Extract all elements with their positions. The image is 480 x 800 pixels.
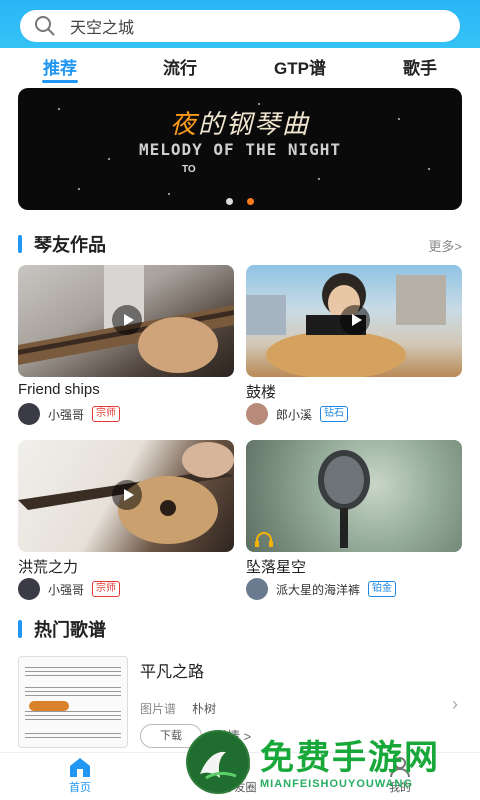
work-card[interactable]: Friend ships 小强哥 宗师 <box>18 265 234 425</box>
score-thumbnail[interactable] <box>18 656 128 748</box>
video-thumbnail[interactable] <box>246 440 462 552</box>
work-card[interactable]: 洪荒之力 小强哥 宗师 <box>18 440 234 600</box>
author-name: 郎小溪 <box>276 407 313 422</box>
section-accent-bar <box>18 235 22 253</box>
author-name: 小强哥 <box>48 407 85 422</box>
level-badge: 铂金 <box>368 581 397 597</box>
level-badge: 宗师 <box>92 406 121 422</box>
work-card[interactable]: 坠落星空 派大星的海洋裤 铂金 <box>246 440 462 600</box>
work-title: Friend ships <box>18 381 100 398</box>
play-icon[interactable] <box>340 305 370 335</box>
video-thumbnail[interactable] <box>18 265 234 377</box>
works-section-title: 琴友作品 <box>34 235 106 255</box>
work-title: 坠落星空 <box>246 559 307 576</box>
watermark-logo <box>186 730 250 794</box>
guitar-logo <box>29 701 69 711</box>
hot-section-title: 热门歌谱 <box>34 620 106 640</box>
video-thumbnail[interactable] <box>246 265 462 377</box>
chevron-right-icon[interactable]: › <box>452 694 458 715</box>
work-author[interactable]: 郎小溪 钻石 <box>246 403 462 425</box>
banner-subtitle: MELODY OF THE NIGHT <box>138 140 342 159</box>
work-author[interactable]: 派大星的海洋裤 铂金 <box>246 578 462 600</box>
watermark-text: 免费手游网 <box>260 739 440 777</box>
play-icon[interactable] <box>112 480 142 510</box>
search-input[interactable]: 天空之城 <box>20 10 460 42</box>
search-query: 天空之城 <box>70 20 135 37</box>
author-name: 派大星的海洋裤 <box>276 582 361 597</box>
play-icon[interactable] <box>112 305 142 335</box>
search-icon <box>35 16 55 36</box>
song-artist: 朴树 <box>192 702 217 716</box>
song-title[interactable]: 平凡之路 <box>140 658 204 682</box>
work-author[interactable]: 小强哥 宗师 <box>18 403 234 425</box>
category-tabs: 推荐 流行 GTP谱 歌手 <box>0 50 480 86</box>
level-badge: 钻石 <box>320 406 349 422</box>
more-link[interactable]: 更多> <box>428 236 462 255</box>
hot-section-header: 热门歌谱 <box>18 617 106 641</box>
watermark: 免费手游网 MIANFEISHOUYOUWANG <box>184 728 480 800</box>
works-section-header: 琴友作品 <box>18 232 106 256</box>
work-title: 洪荒之力 <box>18 559 79 576</box>
carousel-dot-2[interactable] <box>247 198 254 205</box>
tab-gtp[interactable]: GTP谱 <box>260 54 340 79</box>
header-bar: 天空之城 <box>0 0 480 48</box>
tab-recommend[interactable]: 推荐 <box>20 54 100 79</box>
work-author[interactable]: 小强哥 宗师 <box>18 578 234 600</box>
author-name: 小强哥 <box>48 582 85 597</box>
section-accent-bar <box>18 620 22 638</box>
carousel-dot-1[interactable] <box>226 198 233 205</box>
headphones-icon <box>255 532 273 547</box>
score-type: 图片谱 <box>140 702 177 716</box>
avatar[interactable] <box>246 578 268 600</box>
banner-small-text: TO <box>182 164 196 175</box>
level-badge: 宗师 <box>92 581 121 597</box>
avatar[interactable] <box>18 403 40 425</box>
avatar[interactable] <box>18 578 40 600</box>
nav-home-label: 首页 <box>69 782 91 794</box>
home-icon <box>70 758 90 777</box>
work-card[interactable]: 鼓楼 郎小溪 钻石 <box>246 265 462 425</box>
work-title: 鼓楼 <box>246 384 277 401</box>
tab-popular[interactable]: 流行 <box>140 54 220 79</box>
tab-indicator <box>42 80 78 83</box>
video-thumbnail[interactable] <box>18 440 234 552</box>
nav-home[interactable]: 首页 <box>45 755 115 795</box>
avatar[interactable] <box>246 403 268 425</box>
watermark-subtext: MIANFEISHOUYOUWANG <box>260 778 414 790</box>
banner-carousel[interactable]: 夜的钢琴曲 MELODY OF THE NIGHT TO <box>18 88 462 210</box>
tab-singer[interactable]: 歌手 <box>380 54 460 79</box>
banner-title: 夜的钢琴曲 <box>169 110 311 140</box>
